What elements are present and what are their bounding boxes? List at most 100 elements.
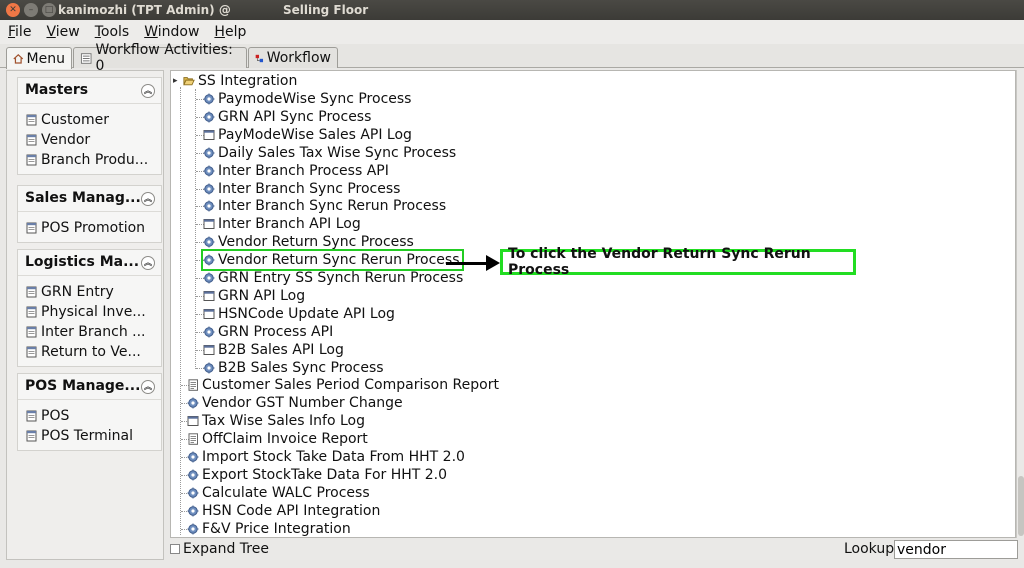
menu-section-header[interactable]: Sales Manag... ︽ — [18, 186, 161, 212]
menu-section-header[interactable]: Masters ︽ — [18, 78, 161, 104]
menu-section-item[interactable]: Return to Ve... — [18, 342, 161, 362]
window-icon — [203, 218, 218, 230]
close-window-button[interactable]: ✕ — [6, 3, 20, 17]
collapse-up-icon[interactable]: ︽ — [141, 256, 155, 270]
tree-node[interactable]: B2B Sales API Log — [203, 341, 344, 359]
menu-window[interactable]: Window — [144, 24, 206, 40]
tree-node[interactable]: Vendor Return Sync Rerun Process — [201, 249, 464, 272]
tree-node[interactable]: HSN Code API Integration — [187, 502, 380, 520]
tab-workflow[interactable]: Workflow — [248, 47, 338, 68]
maximize-window-button[interactable]: □ — [42, 3, 56, 17]
process-icon — [203, 93, 218, 105]
window-icon — [26, 154, 41, 166]
menu-section-item[interactable]: POS — [18, 406, 161, 426]
process-icon — [203, 200, 218, 212]
tree-node[interactable]: PaymodeWise Sync Process — [203, 90, 411, 108]
tree-node[interactable]: Vendor Return Sync Process — [203, 233, 414, 251]
tree-node[interactable]: PayModeWise Sales API Log — [203, 126, 412, 144]
window-icon — [26, 114, 41, 126]
tree-node[interactable]: Inter Branch Sync Process — [203, 180, 400, 198]
tree-node-label: OffClaim Invoice Report — [202, 431, 368, 448]
window-icon — [26, 286, 41, 298]
tree-node-label: Export StockTake Data For HHT 2.0 — [202, 466, 448, 483]
report-icon — [187, 379, 202, 392]
tree-node[interactable]: GRN API Sync Process — [203, 108, 371, 126]
menu-section-item[interactable]: Inter Branch ... — [18, 322, 161, 342]
collapse-up-icon[interactable]: ︽ — [141, 84, 155, 98]
minimize-window-button[interactable]: – — [24, 3, 38, 17]
menu-section-title: Masters — [25, 82, 89, 98]
menu-section-item[interactable]: Physical Inve... — [18, 302, 161, 322]
menu-tools[interactable]: Tools — [95, 24, 137, 40]
menu-mnemonic: V — [46, 24, 56, 40]
tree-folder-ss-integration[interactable]: ▸ SS Integration — [173, 72, 297, 90]
menu-section-item-label: Branch Produ... — [41, 152, 149, 168]
window-icon — [26, 430, 41, 442]
menu-view[interactable]: View — [46, 24, 86, 40]
tree-node[interactable]: Tax Wise Sales Info Log — [187, 412, 365, 430]
menu-section-header[interactable]: Logistics Ma... ︽ — [18, 250, 161, 276]
tree-node[interactable]: Vendor GST Number Change — [187, 394, 403, 412]
tree-node[interactable]: OffClaim Invoice Report — [187, 430, 368, 448]
lookup-label: Lookup — [844, 541, 895, 557]
tree-node[interactable]: F&V Price Integration — [187, 520, 351, 537]
tree-scrollbar-thumb[interactable] — [1018, 476, 1024, 536]
tree-node[interactable]: Import Stock Take Data From HHT 2.0 — [187, 448, 465, 466]
window-titlebar: ✕ – □ kanimozhi (TPT Admin) @ Selling Fl… — [0, 0, 1024, 20]
lookup-input[interactable] — [894, 540, 1018, 559]
tree-node[interactable]: Inter Branch API Log — [203, 215, 361, 233]
menu-section-item[interactable]: Customer — [18, 110, 161, 130]
tree-node-label: Inter Branch Sync Rerun Process — [218, 198, 447, 215]
menu-section-list: Customer Vendor Branch Produ... — [18, 104, 161, 174]
tree-node-label: PayModeWise Sales API Log — [218, 126, 412, 143]
tree-folder-label: SS Integration — [198, 73, 298, 89]
expand-tree-checkbox[interactable] — [170, 544, 180, 554]
tree-node[interactable]: B2B Sales Sync Process — [203, 359, 384, 377]
menu-section-item[interactable]: POS Promotion — [18, 218, 161, 238]
collapse-up-icon[interactable]: ︽ — [141, 380, 155, 394]
collapse-up-icon[interactable]: ︽ — [141, 192, 155, 206]
tab-menu[interactable]: Menu — [6, 47, 72, 69]
menu-help[interactable]: Help — [214, 24, 253, 40]
tree-node[interactable]: GRN API Log — [203, 287, 305, 305]
tree-node[interactable]: GRN Process API — [203, 323, 333, 341]
menu-section-item[interactable]: Vendor — [18, 130, 161, 150]
tree-node[interactable]: Inter Branch Sync Rerun Process — [203, 197, 446, 215]
tree-node-label: PaymodeWise Sync Process — [218, 91, 412, 107]
tree-expand-toggle[interactable]: ▸ — [173, 76, 183, 86]
annotation-arrow-head — [486, 255, 500, 271]
tree-node-label: Inter Branch Sync Process — [218, 180, 401, 197]
menu-label-rest: elp — [224, 24, 247, 40]
tree-node[interactable]: Customer Sales Period Comparison Report — [187, 376, 499, 394]
menu-section-item-label: Customer — [41, 112, 110, 128]
menu-section-item-label: Physical Inve... — [41, 304, 146, 320]
menu-mnemonic: W — [144, 24, 158, 40]
process-icon — [187, 397, 202, 409]
menu-section-header[interactable]: POS Manage... ︽ — [18, 374, 161, 400]
window-title: kanimozhi (TPT Admin) @ — [58, 3, 231, 17]
window-icon — [203, 290, 218, 302]
process-icon — [203, 111, 218, 123]
tree-node[interactable]: Inter Branch Process API — [203, 162, 389, 180]
tree-node[interactable]: Export StockTake Data For HHT 2.0 — [187, 466, 447, 484]
tree-node-label: Import Stock Take Data From HHT 2.0 — [202, 449, 465, 465]
tree-node[interactable]: GRN Entry SS Synch Rerun Process — [203, 269, 463, 287]
menu-section-item-label: Return to Ve... — [41, 344, 141, 360]
menu-section-item[interactable]: POS Terminal — [18, 426, 161, 446]
tree-node[interactable]: Daily Sales Tax Wise Sync Process — [203, 144, 456, 162]
tree-node[interactable]: Calculate WALC Process — [187, 484, 370, 502]
menu-section-item[interactable]: Branch Produ... — [18, 150, 161, 170]
tab-workflow-label: Workflow — [266, 50, 331, 66]
tree-vertical-scrollbar[interactable] — [1016, 70, 1024, 538]
menu-section-item[interactable]: GRN Entry — [18, 282, 161, 302]
window-icon — [26, 346, 41, 358]
menu-label-rest: indow — [157, 24, 200, 40]
menu-section-item-label: POS Terminal — [41, 428, 133, 444]
expand-tree-label: Expand Tree — [183, 541, 269, 557]
tree-node[interactable]: HSNCode Update API Log — [203, 305, 395, 323]
tab-workflow-activities[interactable]: Workflow Activities: 0 — [73, 42, 247, 74]
menu-section: POS Manage... ︽ POS POS Terminal — [17, 373, 162, 451]
menu-file[interactable]: File — [8, 24, 38, 40]
process-icon — [203, 254, 218, 266]
tree-node-label: Vendor Return Sync Rerun Process — [218, 252, 460, 269]
